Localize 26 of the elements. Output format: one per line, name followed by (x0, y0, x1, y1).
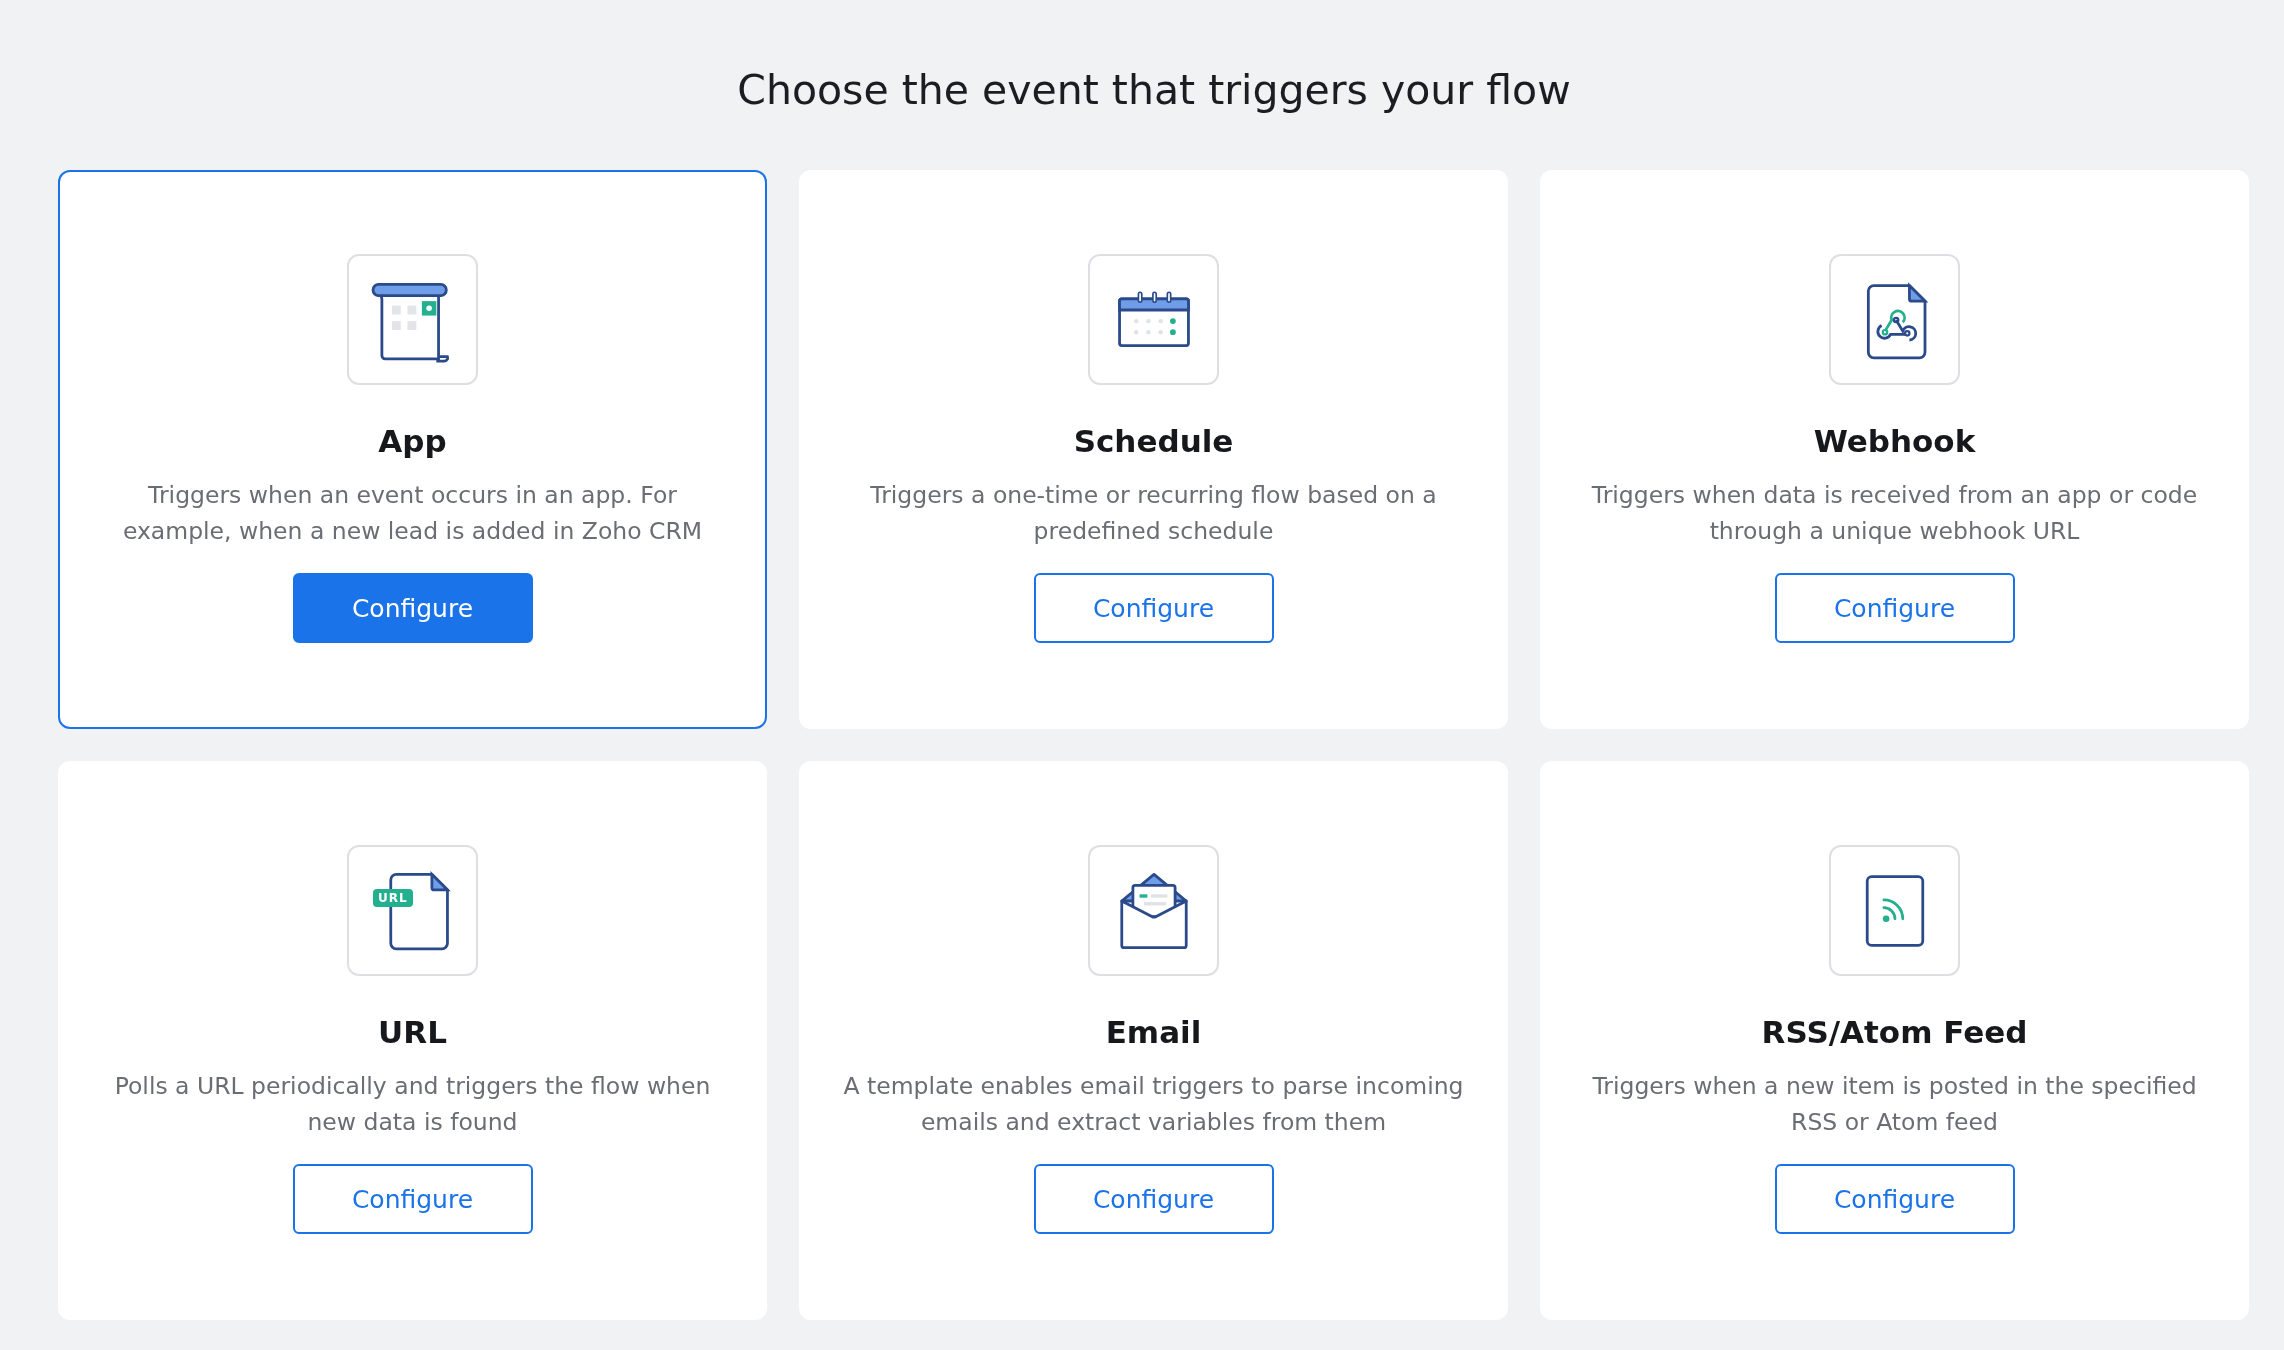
trigger-card[interactable]: Webhook Triggers when data is received from an app or code through a unique webhook URL Configure (1540, 170, 2249, 729)
file-type-tag: URL (373, 889, 413, 907)
trigger-card[interactable]: RSS/Atom Feed Triggers when a new item is posted in the specified RSS or Atom feed Configure (1540, 761, 2249, 1320)
card-title: Webhook (1813, 423, 1976, 459)
configure-button[interactable]: Configure (1774, 1164, 2015, 1234)
trigger-card[interactable]: URL URL Polls a URL periodically and triggers the flow when new data is found Configure (58, 761, 767, 1320)
configure-button[interactable]: Configure (1774, 573, 2015, 643)
card-description: Polls a URL periodically and triggers the flow when new data is found (113, 1071, 712, 1138)
card-title: Schedule (1073, 423, 1234, 459)
configure-button[interactable]: Configure (1033, 1164, 1274, 1234)
card-description: A template enables email triggers to parse incoming emails and extract variables from them (842, 1071, 1465, 1138)
card-title: RSS/Atom Feed (1761, 1014, 2028, 1050)
card-description: Triggers when an event occurs in an app. For example, when a new lead is added in Zoho CRM (121, 480, 704, 547)
trigger-card[interactable]: Email A template enables email triggers to parse incoming emails and extract variables from them Configure (799, 761, 1508, 1320)
card-description: Triggers when data is received from an app or code through a unique webhook URL (1590, 480, 2199, 547)
card-description: Triggers when a new item is posted in the specified RSS or Atom feed (1591, 1071, 2198, 1138)
trigger-card[interactable]: App Triggers when an event occurs in an app. For example, when a new lead is added in Zoho CRM Configure (58, 170, 767, 729)
configure-button[interactable]: Configure (292, 573, 533, 643)
card-title: App (378, 423, 447, 459)
card-title: URL (378, 1014, 447, 1050)
page-title: Choose the event that triggers your flow (736, 65, 1572, 116)
configure-button[interactable]: Configure (292, 1164, 533, 1234)
trigger-card[interactable]: Schedule Triggers a one-time or recurring flow based on a predefined schedule Configure (799, 170, 1508, 729)
configure-button[interactable]: Configure (1033, 573, 1274, 643)
card-title: Email (1105, 1014, 1202, 1050)
card-description: Triggers a one-time or recurring flow based on a predefined schedule (869, 480, 1438, 547)
